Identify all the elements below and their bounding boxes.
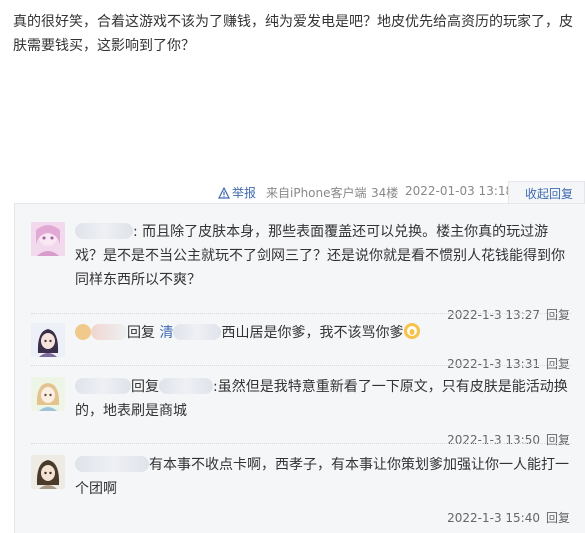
username-redacted[interactable] [75,456,149,472]
reply-time: 2022-1-3 13:31 [447,357,540,371]
reply-time: 2022-1-3 13:27 [447,308,540,322]
reply-divider [31,443,571,444]
reply-prefix: 回复 [127,325,155,341]
post-meta-bar: 举报 来自iPhone客户端 34楼 2022-01-03 13:18 收起回复 [0,181,585,203]
collapse-replies-button[interactable]: 收起回复 [508,181,585,203]
reply-text-container: : 而且除了皮肤本身，那些表面覆盖还可以兑换。楼主你真的玩过游戏？是不是不当公主… [75,220,570,292]
avatar[interactable] [31,323,65,357]
warning-icon [218,187,230,199]
replied-username[interactable]: 清 [159,325,173,341]
avatar-image [31,455,65,489]
reply-content: : 而且除了皮肤本身，那些表面覆盖还可以兑换。楼主你真的玩过游戏？是不是不当公主… [75,224,565,288]
report-link[interactable]: 举报 [218,184,256,201]
reply-meta: 2022-1-3 13:31 回复 [447,355,570,372]
username-redacted[interactable] [75,223,133,239]
reply-prefix: 回复 [131,379,159,395]
reply-time: 2022-1-3 13:50 [447,433,540,447]
avatar-image [31,323,65,357]
avatar[interactable] [31,377,65,411]
reply-list: : 而且除了皮肤本身，那些表面覆盖还可以兑换。楼主你真的玩过游戏？是不是不当公主… [14,203,585,533]
avatar-image [31,222,65,256]
reply-content: 有本事不收点卡啊，西孝子，有本事让你策划爹加强让你一人能打一个团啊 [75,457,569,497]
avatar[interactable] [31,455,65,489]
post-body-text: 真的很好笑，合着这游戏不该为了赚钱，纯为爱发电是吧？地皮优先给高资历的玩家了，皮… [13,14,573,54]
reply-content: 西山居是你爹，我不该骂你爹 [221,325,404,341]
reply-time: 2022-1-3 15:40 [447,511,540,525]
reply-button[interactable]: 回复 [546,308,570,322]
reply-divider [31,365,571,366]
username-redacted[interactable] [75,378,131,394]
emoji-icon [404,323,421,339]
reply-text-container: 回复:虽然但是我特意重新看了一下原文，只有皮肤是能活动换的，地表刷是商城 [75,375,570,423]
reply-meta: 2022-1-3 13:50 回复 [447,431,570,448]
reply-button[interactable]: 回复 [546,511,570,525]
reply-button[interactable]: 回复 [546,433,570,447]
avatar-image [31,377,65,411]
reply-button[interactable]: 回复 [546,357,570,371]
post-source: 来自iPhone客户端 [266,186,367,200]
user-badge-redacted [75,324,91,340]
post-time: 2022-01-03 13:18 [405,184,514,198]
report-label: 举报 [232,186,257,200]
floor-number: 34楼 [371,186,399,200]
reply-divider [31,313,571,314]
reply-text-container: 有本事不收点卡啊，西孝子，有本事让你策划爹加强让你一人能打一个团啊 [75,453,570,501]
avatar[interactable] [31,222,65,256]
replied-username-redacted[interactable] [173,324,222,340]
reply-text-container: 回复 清 西山居是你爹，我不该骂你爹 [75,321,570,345]
reply-meta: 2022-1-3 15:40 回复 [447,509,570,526]
replied-username-redacted[interactable] [159,378,213,394]
username-redacted[interactable] [91,324,127,340]
